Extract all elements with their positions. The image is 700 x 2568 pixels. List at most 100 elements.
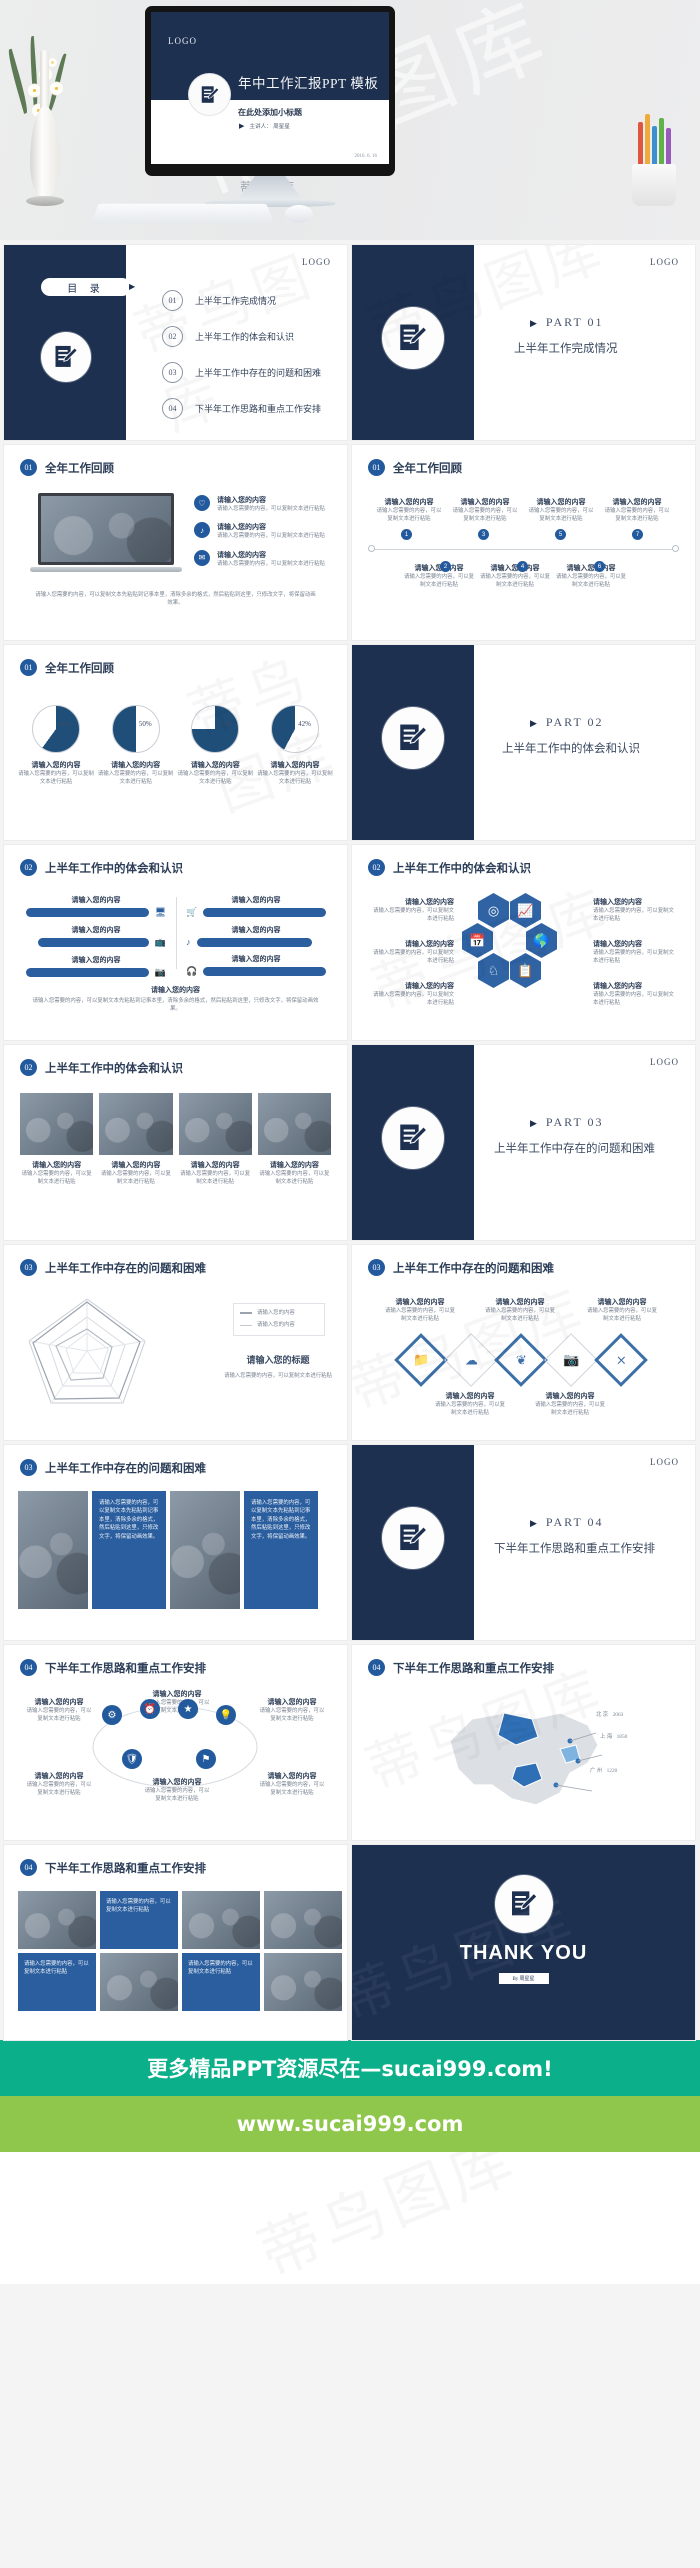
hex-label: 请输入您的内容 请输入您需要的内容，可以复制文本进行粘贴 [373, 982, 454, 1007]
slide-plans-circle[interactable]: 04 下半年工作思路和重点工作安排 请输入您的内容 请输入您需要的内容，可以复制文本… [4, 1645, 347, 1840]
mouse-prop [285, 205, 313, 223]
cloud-upload-icon: ☁ [444, 1333, 498, 1387]
text-box: 请输入您需要的内容，可以复制文本进行粘贴 [100, 1891, 178, 1949]
document-pencil-icon [382, 307, 444, 369]
bar-group-right: 请输入您的内容 🛒 请输入您的内容 ♪ 请输入您的内容 🎧 [186, 895, 326, 977]
timeline-step: 4 [517, 561, 528, 572]
shield-icon: 🛡 [122, 1749, 142, 1769]
section-part-label: ▶ PART 04 [530, 1515, 604, 1529]
document-pencil-icon [494, 1875, 553, 1933]
photo-thumb [18, 1491, 88, 1609]
plan-label: 请输入您的内容 请输入您需要的内容，可以复制文本进行粘贴 [26, 1772, 92, 1797]
slide-thumbnail-grid: 蒂鸟图库 目 录 ▶ LOGO 01上半年工作完成情况 02上半年工作的体会和认… [0, 240, 700, 2040]
pie-chart: 60% [32, 705, 80, 753]
pie-chart: 75% [191, 705, 240, 753]
photo-thumb [99, 1093, 173, 1155]
toc-list: 01 上半年工作完成情况 02 上半年工作的体会和认识 03 上半年工作中存在的问题和… [162, 290, 321, 419]
play-triangle-icon: ▶ [129, 282, 136, 291]
image-icon: 📷 [544, 1333, 598, 1387]
slide-header: 02 上半年工作中的体会和认识 [20, 859, 183, 876]
promo-url: www.sucai999.com [236, 2112, 464, 2136]
plan-label: 请输入您的内容 请输入您需要的内容，可以复制文本进行粘贴 [259, 1698, 325, 1723]
pie-chart-group: 60% 请输入您的内容 请输入您需要的内容，可以复制文本进行粘贴 50% 请输入… [18, 705, 333, 787]
hex-label: 请输入您的内容 请输入您需要的内容，可以复制文本进行粘贴 [593, 940, 674, 965]
divider [176, 897, 177, 969]
share-icon: ❦ [494, 1333, 548, 1387]
slide-pie-charts[interactable]: 蒂鸟图库 01全年工作回顾 60% 请输入您的内容 请输入您需要的内容，可以复制… [4, 645, 347, 840]
diamond-label: 请输入您的内容 请输入您需要的内容，可以复制文本进行粘贴 [384, 1298, 456, 1323]
slide-header: 04 下半年工作思路和重点工作安排 [20, 1859, 206, 1876]
map-callout: 北 京 2063 [596, 1712, 624, 1718]
timeline-label: 请输入您的内容 请输入您需要的内容，可以复制文本进行粘贴 [403, 564, 475, 589]
slide-section-01[interactable]: 蒂鸟图库 LOGO ▶PART 01 上半年工作完成情况 [352, 245, 695, 440]
text-box: 请输入您需要的内容，可以复制文本先粘贴到记事本里，清除多余的格式，然后粘贴到这里… [92, 1491, 166, 1609]
headphones-icon: 🎧 [186, 966, 198, 976]
section-title: 上半年工作中的体会和认识 [502, 743, 640, 755]
tv-icon: 📺 [154, 937, 166, 947]
slide-problems-photos[interactable]: 03 上半年工作中存在的问题和困难 请输入您需要的内容，可以复制文本先粘贴到记事本… [4, 1445, 347, 1640]
promo-text: 更多精品PPT资源尽在—sucai999.com! [147, 2057, 553, 2081]
flag-icon: ⚑ [196, 1749, 216, 1769]
legend-swatch [240, 1324, 252, 1327]
photo-thumb [264, 1953, 342, 2011]
decorative-vase [5, 36, 68, 208]
thank-you-byline: By 周星星 [498, 1973, 549, 1984]
lightbulb-icon: 💡 [216, 1705, 236, 1725]
slide-toc[interactable]: 蒂鸟图库 目 录 ▶ LOGO 01上半年工作完成情况 02上半年工作的体会和认… [4, 245, 347, 440]
photo-thumb [178, 1093, 252, 1155]
slide-plans-map[interactable]: 蒂鸟图库 04下半年工作思路和重点工作安排 北 京 2063 上 海 1850 … [352, 1645, 695, 1840]
diamond-label: 请输入您的内容 请输入您需要的内容，可以复制文本进行粘贴 [586, 1298, 658, 1323]
slide-section-03[interactable]: LOGO ▶ PART 03 上半年工作中存在的问题和困难 [352, 1045, 695, 1240]
thank-you-title: THANK YOU [459, 1942, 588, 1964]
pie-chart-item: 75% 请输入您的内容 请输入您需要的内容，可以复制文本进行粘贴 [177, 705, 253, 787]
text-box: 请输入您需要的内容，可以复制文本进行粘贴 [18, 1953, 96, 2011]
toc-item: 01 上半年工作完成情况 [162, 290, 321, 311]
section-part-label: ▶ PART 02 [530, 715, 604, 729]
camera-icon: 📷 [154, 967, 166, 977]
timeline-label: 请输入您的内容 请输入您需要的内容，可以复制文本进行粘贴 [604, 498, 670, 523]
slide-problems-diamonds[interactable]: 蒂鸟图库 03上半年工作中存在的问题和困难 请输入您的内容请输入您需要的内容，可… [352, 1245, 695, 1440]
calendar-icon: 📅 [462, 923, 493, 958]
bar-group-left: 请输入您的内容 🖥 请输入您的内容 📺 请输入您的内容 📷 [26, 895, 166, 978]
timeline-axis [370, 549, 677, 550]
slide-section-02[interactable]: ▶ PART 02 上半年工作中的体会和认识 [352, 645, 695, 840]
slide-thank-you[interactable]: 蒂鸟图库 THANK YOU By 周星星 [352, 1845, 695, 2040]
hero-date: 2016. 6. 16 [354, 154, 378, 159]
slide-insight-gallery[interactable]: 02 上半年工作中的体会和认识 请输入您的内容 请输入您需要的内容，可以复制文本进行… [4, 1045, 347, 1240]
plan-label: 请输入您的内容 请输入您需要的内容，可以复制文本进行粘贴 [26, 1698, 92, 1723]
slide-plans-photos[interactable]: 04 下半年工作思路和重点工作安排 请输入您需要的内容，可以复制文本进行粘贴 请输… [4, 1845, 347, 2040]
plan-label: 请输入您的内容 请输入您需要的内容，可以复制文本进行粘贴 [144, 1778, 210, 1803]
target-icon: ◎ [478, 893, 509, 928]
toc-item: 03 上半年工作中存在的问题和困难 [162, 362, 321, 383]
timeline-label: 请输入您的内容 请输入您需要的内容，可以复制文本进行粘贴 [555, 564, 627, 589]
promo-banner-secondary: www.sucai999.com [0, 2096, 700, 2152]
slide-logo: LOGO [650, 1057, 679, 1067]
section-title: 上半年工作中存在的问题和困难 [494, 1143, 655, 1155]
section-title: 上半年工作完成情况 [514, 343, 618, 355]
hex-label: 请输入您的内容 请输入您需要的内容，可以复制文本进行粘贴 [593, 898, 674, 923]
slide-header: 04 下半年工作思路和重点工作安排 [368, 1659, 554, 1676]
toc-pill-label: 目 录 [41, 278, 131, 296]
play-triangle-icon: ▶ [530, 718, 539, 728]
slide-problems-radar[interactable]: 03 上半年工作中存在的问题和困难 请输入您的内容 请输入您的内容 请输入您的标题… [4, 1245, 347, 1440]
legend-swatch [240, 1312, 252, 1314]
play-triangle-icon: ▶ [530, 1518, 539, 1528]
slide-section-04[interactable]: LOGO ▶ PART 04 下半年工作思路和重点工作安排 [352, 1445, 695, 1640]
slide-insight-bars[interactable]: 02 上半年工作中的体会和认识 请输入您的内容 🖥 请输入您的内容 📺 请输入您的… [4, 845, 347, 1040]
map-callout: 广 州 1220 [590, 1768, 618, 1774]
slide-header: 01 全年工作回顾 [368, 459, 462, 476]
slide-header: 02 上半年工作中的体会和认识 [368, 859, 531, 876]
slide-review-timeline[interactable]: 01 全年工作回顾 请输入您的内容 请输入您需要的内容，可以复制文本进行粘贴 请输入… [352, 445, 695, 640]
photo-thumb [170, 1491, 240, 1609]
hero-logo: LOGO [168, 36, 197, 46]
bowtie-icon: ⨯ [594, 1333, 648, 1387]
timeline-step: 1 [401, 529, 412, 540]
monitor-icon: 🖥 [154, 907, 166, 917]
slide-insight-hex[interactable]: 蒂鸟图库 02上半年工作中的体会和认识 请输入您的内容请输入您需要的内容，可以复… [352, 845, 695, 1040]
globe-icon: 🌎 [526, 923, 557, 958]
timeline-step: 3 [478, 529, 489, 540]
slide-review-laptop[interactable]: 01 全年工作回顾 ♡ 请输入您的内容 请输入您需要的内容，可以复制文本进行粘贴 ♪ 请… [4, 445, 347, 640]
monitor-mockup: LOGO 年中工作汇报PPT 模板 在此处添加小标题 ▶ 主讲人： 周星星 201… [145, 6, 395, 176]
play-triangle-icon: ▶ [530, 318, 539, 328]
document-pencil-icon [382, 707, 444, 769]
